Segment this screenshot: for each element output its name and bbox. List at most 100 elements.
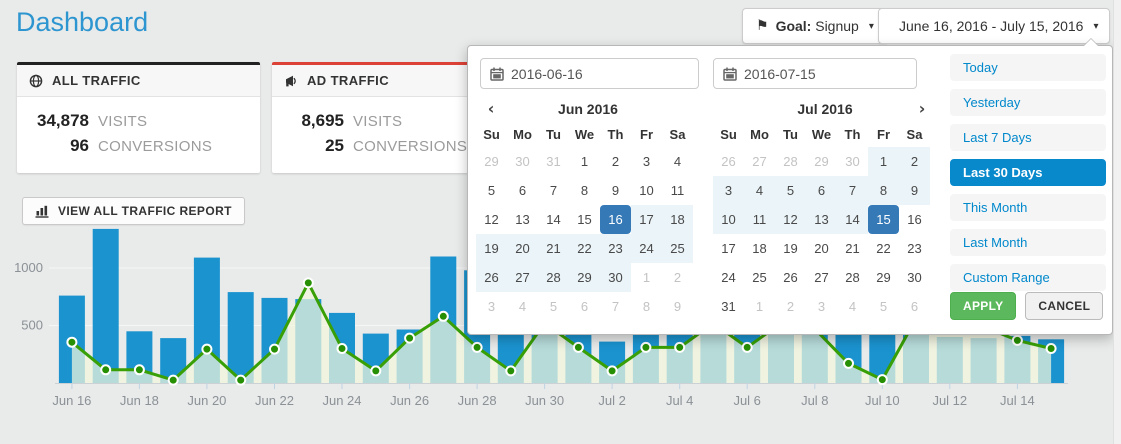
chart-bar[interactable] bbox=[93, 229, 119, 383]
chart-point[interactable] bbox=[641, 343, 650, 352]
chart-point[interactable] bbox=[1013, 336, 1022, 345]
view-all-traffic-report-button[interactable]: VIEW ALL TRAFFIC REPORT bbox=[22, 197, 245, 225]
calendar-day[interactable]: 9 bbox=[899, 176, 930, 205]
calendar-day[interactable]: 2 bbox=[662, 263, 693, 292]
calendar-day[interactable]: 30 bbox=[837, 147, 868, 176]
calendar-day[interactable]: 12 bbox=[775, 205, 806, 234]
calendar-day[interactable]: 7 bbox=[837, 176, 868, 205]
calendar-day[interactable]: 3 bbox=[631, 147, 662, 176]
range-option-last-7-days[interactable]: Last 7 Days bbox=[950, 124, 1106, 151]
calendar-day[interactable]: 13 bbox=[806, 205, 837, 234]
calendar-day[interactable]: 24 bbox=[713, 263, 744, 292]
start-date-input[interactable] bbox=[511, 59, 696, 88]
cancel-button[interactable]: CANCEL bbox=[1025, 292, 1103, 320]
calendar-day[interactable]: 28 bbox=[837, 263, 868, 292]
calendar-day[interactable]: 9 bbox=[600, 176, 631, 205]
calendar-day[interactable]: 31 bbox=[538, 147, 569, 176]
calendar-day[interactable]: 6 bbox=[507, 176, 538, 205]
chart-point[interactable] bbox=[371, 366, 380, 375]
end-date-input[interactable] bbox=[744, 59, 914, 88]
calendar-day[interactable]: 13 bbox=[507, 205, 538, 234]
calendar-day[interactable]: 26 bbox=[476, 263, 507, 292]
calendar-day[interactable]: 26 bbox=[713, 147, 744, 176]
calendar-day[interactable]: 29 bbox=[868, 263, 899, 292]
chart-point[interactable] bbox=[405, 334, 414, 343]
calendar-day[interactable]: 6 bbox=[899, 292, 930, 321]
chart-point[interactable] bbox=[169, 376, 178, 385]
calendar-day[interactable]: 1 bbox=[744, 292, 775, 321]
calendar-day[interactable]: 22 bbox=[569, 234, 600, 263]
calendar-day[interactable]: 9 bbox=[662, 292, 693, 321]
calendar-day[interactable]: 28 bbox=[538, 263, 569, 292]
calendar-day[interactable]: 6 bbox=[569, 292, 600, 321]
chart-point[interactable] bbox=[338, 344, 347, 353]
calendar-day[interactable]: 27 bbox=[507, 263, 538, 292]
calendar-day[interactable]: 5 bbox=[476, 176, 507, 205]
calendar-day[interactable]: 8 bbox=[569, 176, 600, 205]
calendar-day[interactable]: 20 bbox=[507, 234, 538, 263]
chart-point[interactable] bbox=[202, 345, 211, 354]
calendar-day[interactable]: 6 bbox=[806, 176, 837, 205]
chart-point[interactable] bbox=[1047, 344, 1056, 353]
calendar-day[interactable]: 4 bbox=[837, 292, 868, 321]
calendar-day[interactable]: 11 bbox=[744, 205, 775, 234]
calendar-day[interactable]: 29 bbox=[569, 263, 600, 292]
calendar-day[interactable]: 2 bbox=[899, 147, 930, 176]
calendar-day[interactable]: 25 bbox=[662, 234, 693, 263]
chart-point[interactable] bbox=[473, 343, 482, 352]
calendar-day[interactable]: 17 bbox=[713, 234, 744, 263]
chart-point[interactable] bbox=[67, 338, 76, 347]
chart-point[interactable] bbox=[608, 366, 617, 375]
calendar-day[interactable]: 14 bbox=[538, 205, 569, 234]
calendar-day[interactable]: 3 bbox=[806, 292, 837, 321]
chart-point[interactable] bbox=[439, 312, 448, 321]
chart-point[interactable] bbox=[304, 278, 313, 287]
calendar-day[interactable]: 19 bbox=[476, 234, 507, 263]
calendar-day[interactable]: 8 bbox=[631, 292, 662, 321]
calendar-day[interactable]: 24 bbox=[631, 234, 662, 263]
calendar-day[interactable]: 31 bbox=[713, 292, 744, 321]
calendar-day[interactable]: 10 bbox=[713, 205, 744, 234]
next-month-arrow-icon[interactable]: › bbox=[909, 96, 935, 122]
calendar-day[interactable]: 10 bbox=[631, 176, 662, 205]
chart-point[interactable] bbox=[270, 345, 279, 354]
calendar-day[interactable]: 2 bbox=[775, 292, 806, 321]
calendar-day[interactable]: 3 bbox=[713, 176, 744, 205]
calendar-day[interactable]: 5 bbox=[775, 176, 806, 205]
calendar-day[interactable]: 30 bbox=[899, 263, 930, 292]
calendar-day[interactable]: 14 bbox=[837, 205, 868, 234]
chart-point[interactable] bbox=[574, 343, 583, 352]
range-option-today[interactable]: Today bbox=[950, 54, 1106, 81]
calendar-day[interactable]: 7 bbox=[538, 176, 569, 205]
prev-month-arrow-icon[interactable]: ‹ bbox=[478, 96, 504, 122]
calendar-day[interactable]: 19 bbox=[775, 234, 806, 263]
calendar-day[interactable]: 16 bbox=[899, 205, 930, 234]
calendar-day[interactable]: 2 bbox=[600, 147, 631, 176]
calendar-day[interactable]: 15 bbox=[569, 205, 600, 234]
calendar-day[interactable]: 1 bbox=[868, 147, 899, 176]
range-option-custom-range[interactable]: Custom Range bbox=[950, 264, 1106, 291]
chart-point[interactable] bbox=[101, 365, 110, 374]
calendar-day[interactable]: 15 bbox=[868, 205, 899, 234]
calendar-day[interactable]: 8 bbox=[868, 176, 899, 205]
chart-point[interactable] bbox=[236, 376, 245, 385]
calendar-day[interactable]: 5 bbox=[538, 292, 569, 321]
calendar-day[interactable]: 11 bbox=[662, 176, 693, 205]
calendar-day[interactable]: 27 bbox=[806, 263, 837, 292]
chart-point[interactable] bbox=[675, 343, 684, 352]
chart-point[interactable] bbox=[506, 366, 515, 375]
chart-point[interactable] bbox=[844, 359, 853, 368]
chart-point[interactable] bbox=[743, 343, 752, 352]
chart-point[interactable] bbox=[878, 375, 887, 384]
calendar-day[interactable]: 29 bbox=[476, 147, 507, 176]
calendar-day[interactable]: 21 bbox=[837, 234, 868, 263]
calendar-day[interactable]: 25 bbox=[744, 263, 775, 292]
range-option-yesterday[interactable]: Yesterday bbox=[950, 89, 1106, 116]
calendar-day[interactable]: 30 bbox=[600, 263, 631, 292]
calendar-day[interactable]: 26 bbox=[775, 263, 806, 292]
calendar-day[interactable]: 18 bbox=[662, 205, 693, 234]
range-option-last-month[interactable]: Last Month bbox=[950, 229, 1106, 256]
calendar-day[interactable]: 7 bbox=[600, 292, 631, 321]
calendar-day[interactable]: 28 bbox=[775, 147, 806, 176]
calendar-day[interactable]: 5 bbox=[868, 292, 899, 321]
